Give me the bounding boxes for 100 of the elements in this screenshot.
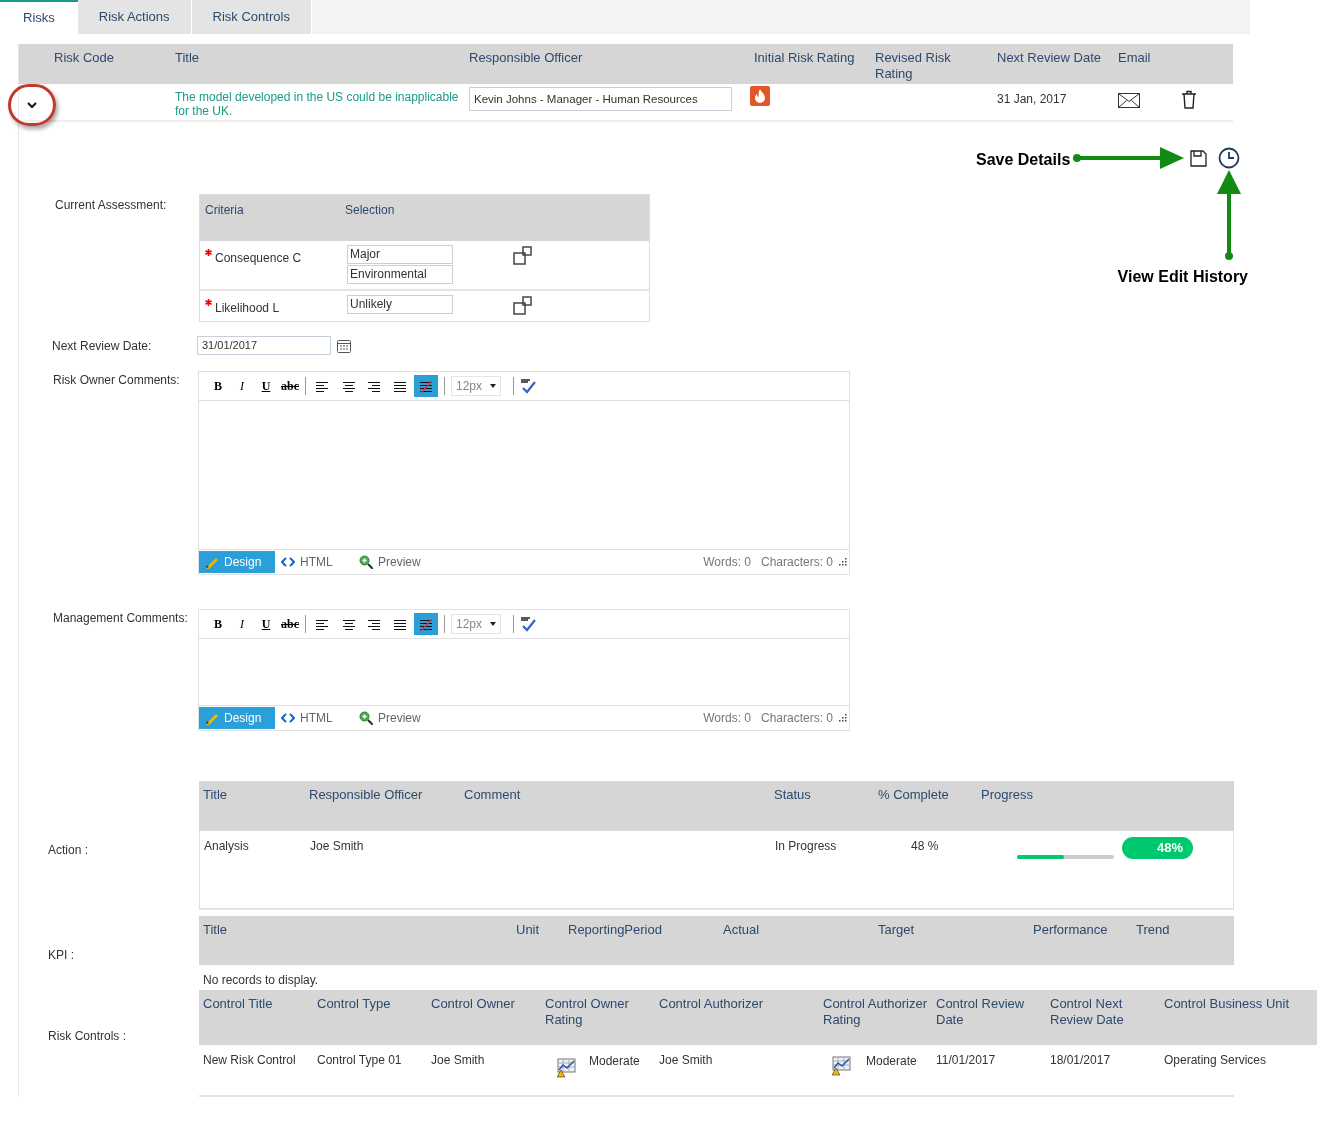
- column-header: Comment: [464, 787, 522, 804]
- mode-tab[interactable]: HTML: [275, 551, 353, 573]
- caret-icon: [490, 622, 496, 626]
- risk-title-link[interactable]: The model developed in the US could be inapplicable for the UK.: [175, 90, 469, 118]
- column-header: Title: [203, 922, 229, 939]
- mode-tab[interactable]: HTML: [275, 707, 353, 729]
- trash-icon[interactable]: [1181, 90, 1197, 109]
- format-button[interactable]: I: [231, 613, 253, 635]
- field-label: KPI :: [48, 948, 74, 962]
- column-header: Control Business Unit: [1164, 996, 1290, 1013]
- column-header: Responsible Officer: [309, 787, 424, 804]
- column-header: Target: [878, 922, 916, 939]
- clear-format-button[interactable]: [414, 375, 438, 397]
- chart-warning-icon: [557, 1057, 577, 1078]
- code-icon: [281, 555, 295, 569]
- table-cell-text: 18/01/2017: [1050, 1052, 1112, 1069]
- column-header: Initial Risk Rating: [754, 50, 856, 67]
- format-button[interactable]: abc: [279, 613, 301, 635]
- character-count: Characters: 0: [760, 710, 833, 727]
- column-header: Performance: [1033, 922, 1109, 939]
- font-size-value: 12px: [456, 378, 483, 395]
- officer-field[interactable]: Kevin Johns - Manager - Human Resources: [469, 87, 732, 111]
- column-header: Control Authorizer Rating: [823, 996, 929, 1029]
- history-icon[interactable]: [1218, 147, 1240, 169]
- mode-tab[interactable]: Preview: [353, 707, 431, 729]
- column-header: Status: [774, 787, 812, 804]
- mode-label: Design: [224, 710, 262, 727]
- table-cell-text: Joe Smith: [659, 1052, 714, 1069]
- column-header: Control Review Date: [936, 996, 1026, 1029]
- table-cell-text: 48 %: [910, 838, 940, 855]
- format-button[interactable]: U: [255, 613, 277, 635]
- mode-label: Preview: [378, 554, 421, 571]
- resize-grip-icon[interactable]: [839, 558, 847, 566]
- column-header: Actual: [723, 922, 761, 939]
- format-button[interactable]: abc: [279, 375, 301, 397]
- column-header: Unit: [516, 922, 541, 939]
- clear-format-icon: [418, 616, 434, 632]
- format-button[interactable]: I: [231, 375, 253, 397]
- clear-format-button[interactable]: [414, 613, 438, 635]
- column-header: Responsible Officer: [469, 50, 584, 67]
- column-header: Next Review Date: [997, 50, 1103, 67]
- callout-label: View Edit History: [1117, 267, 1248, 287]
- tab[interactable]: Risks: [0, 0, 78, 34]
- column-header: Control Type: [317, 996, 392, 1013]
- caret-icon: [490, 384, 496, 388]
- callout-label: Save Details: [976, 150, 1071, 170]
- expand-button[interactable]: [8, 84, 56, 126]
- popup-icon[interactable]: [513, 246, 533, 266]
- column-header: Trend: [1136, 922, 1171, 939]
- table-cell-text: Operating Services: [1164, 1052, 1268, 1069]
- format-button[interactable]: B: [207, 375, 229, 397]
- resize-grip-icon[interactable]: [839, 714, 847, 722]
- column-header: % Complete: [878, 787, 950, 804]
- table-cell-text: Joe Smith: [431, 1052, 486, 1069]
- field-label: Risk Owner Comments:: [53, 373, 180, 387]
- calendar-icon[interactable]: [337, 338, 351, 353]
- mode-label: HTML: [300, 554, 333, 571]
- tab[interactable]: Risk Actions: [77, 0, 192, 34]
- mode-tab[interactable]: Preview: [353, 551, 431, 573]
- column-header: Revised Risk Rating: [875, 50, 952, 83]
- column-header: Progress: [981, 787, 1035, 804]
- criteria-label: Consequence C: [215, 250, 302, 267]
- spellcheck-icon[interactable]: [520, 616, 536, 632]
- column-header: Control Owner: [431, 996, 516, 1013]
- column-header: Selection: [345, 202, 396, 219]
- tab[interactable]: Risk Controls: [191, 0, 312, 34]
- mode-label: Design: [224, 554, 262, 571]
- font-size-dropdown[interactable]: 12px: [451, 376, 501, 396]
- font-size-dropdown[interactable]: 12px: [451, 614, 501, 634]
- save-icon[interactable]: [1190, 150, 1207, 167]
- table-cell-text: 11/01/2017: [936, 1052, 997, 1069]
- column-header: ReportingPeriod: [568, 922, 663, 939]
- fire-icon: [750, 86, 770, 106]
- column-header: Title: [203, 787, 229, 804]
- spellcheck-icon[interactable]: [520, 378, 536, 394]
- field-label: Next Review Date:: [52, 339, 152, 353]
- field-label: Management Comments:: [53, 611, 188, 625]
- table-cell-text: Moderate: [866, 1053, 917, 1070]
- table-cell-text: Control Type 01: [317, 1052, 403, 1069]
- popup-icon[interactable]: [513, 296, 533, 316]
- column-header: Criteria: [205, 202, 245, 219]
- word-count: Words: 0: [703, 710, 751, 727]
- column-header: Risk Code: [54, 50, 115, 67]
- envelope-icon[interactable]: [1118, 93, 1140, 108]
- field-label: Risk Controls :: [48, 1029, 127, 1043]
- chart-warning-icon: [832, 1055, 852, 1076]
- field-label: Action :: [48, 843, 89, 857]
- field-label: Current Assessment:: [55, 198, 167, 212]
- font-size-value: 12px: [456, 616, 483, 633]
- format-button[interactable]: B: [207, 613, 229, 635]
- format-button[interactable]: U: [255, 375, 277, 397]
- selection-field[interactable]: Major: [347, 245, 453, 264]
- date-field[interactable]: 31/01/2017: [197, 336, 331, 355]
- table-cell-text: Moderate: [589, 1053, 640, 1070]
- column-header: Email: [1118, 50, 1152, 67]
- clear-format-icon: [418, 378, 434, 394]
- table-cell-text: New Risk Control: [203, 1052, 297, 1069]
- next-review-date: 31 Jan, 2017: [997, 91, 1068, 108]
- selection-field[interactable]: Environmental: [347, 265, 453, 284]
- selection-field[interactable]: Unlikely: [347, 295, 453, 314]
